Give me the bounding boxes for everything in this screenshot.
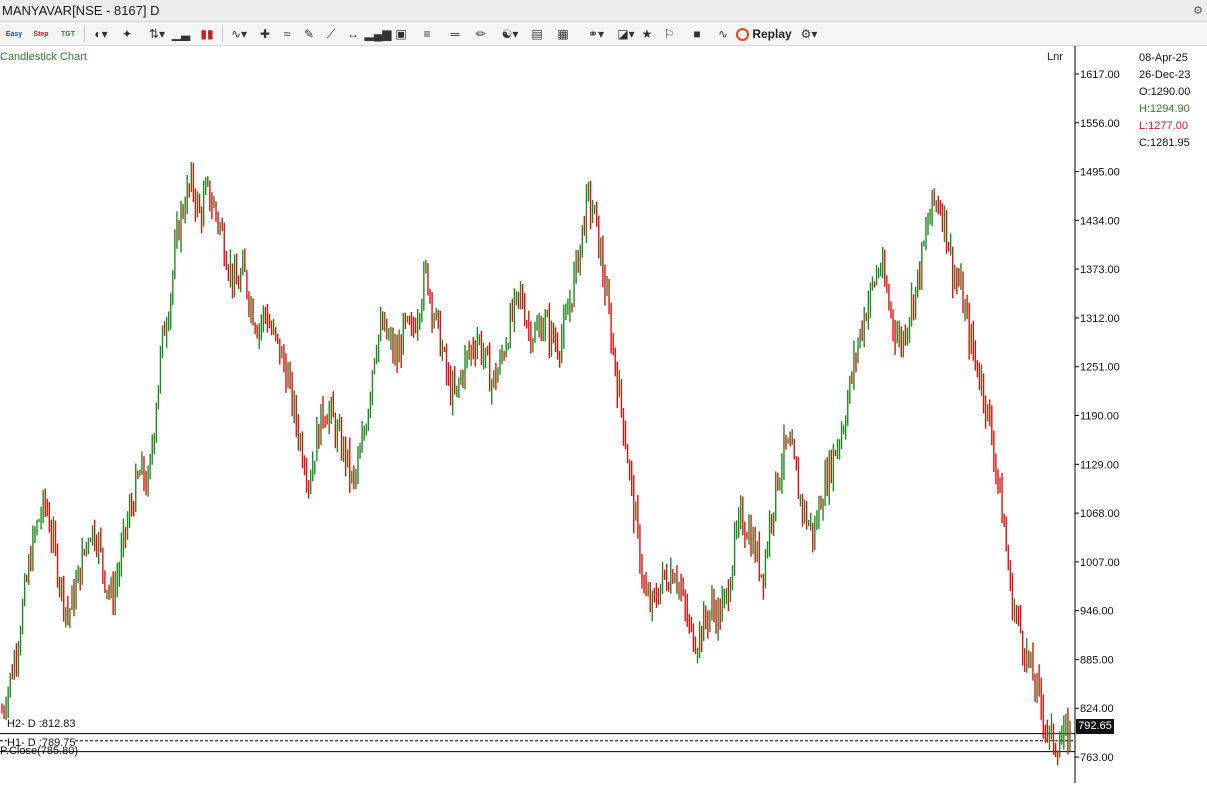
current-price-tag: 792.65 <box>1076 719 1114 735</box>
y-tick-label: 1129.00 <box>1080 459 1119 471</box>
y-tick-label: 1495.00 <box>1080 167 1120 179</box>
y-tick-label: 1251.00 <box>1080 362 1120 374</box>
y-tick-label: 824.00 <box>1080 703 1114 715</box>
y-tick-label: 1007.00 <box>1080 557 1120 569</box>
y-tick-label: 1617.00 <box>1080 69 1120 81</box>
y-tick-label: 946.00 <box>1080 606 1114 618</box>
y-tick-label: 1434.00 <box>1080 215 1120 227</box>
y-tick-label: 1556.00 <box>1080 118 1120 130</box>
y-tick-label: 1190.00 <box>1080 411 1119 423</box>
y-tick-label: 763.00 <box>1080 752 1114 764</box>
candlestick-chart[interactable]: 1617.00 1556.00 1495.00 1434.00 1373.00 1312.… <box>0 0 1207 785</box>
y-tick-label: 1373.00 <box>1080 264 1120 276</box>
y-tick-label: 885.00 <box>1080 654 1114 666</box>
h2-level-label: H2- D :812.83 <box>7 717 76 730</box>
y-tick-label: 1312.00 <box>1080 313 1120 325</box>
prev-close-label: P.Close(785.80) <box>0 744 79 757</box>
y-tick-label: 1068.00 <box>1080 508 1120 520</box>
